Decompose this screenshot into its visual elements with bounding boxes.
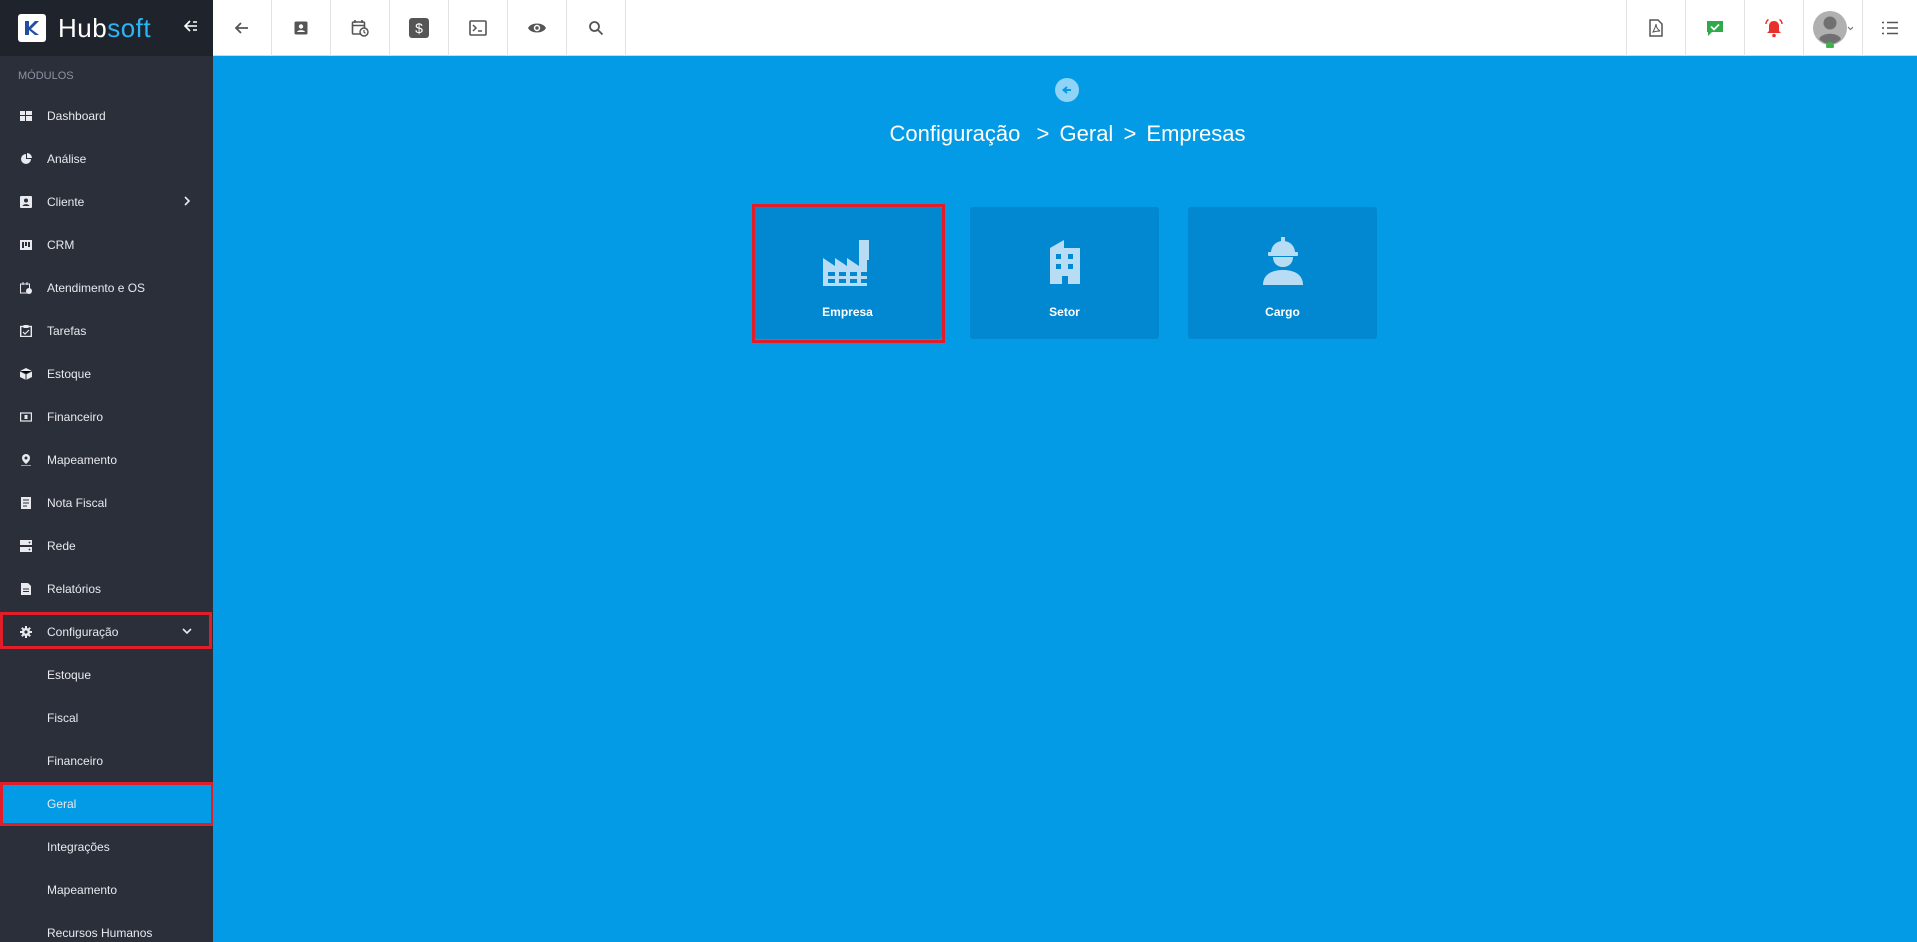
sidebar-item-label: Rede	[47, 538, 76, 553]
chat-check-icon[interactable]	[1685, 0, 1744, 56]
dollar-icon[interactable]: $	[390, 0, 449, 56]
list-icon[interactable]	[1862, 0, 1917, 56]
factory-icon	[822, 233, 873, 289]
sidebar-item-configuracao[interactable]: Configuração	[0, 610, 213, 653]
sidebar-item-cliente[interactable]: Cliente	[0, 180, 213, 223]
money-icon	[20, 411, 32, 423]
gear-icon	[20, 625, 32, 638]
breadcrumb-separator: >	[1123, 121, 1137, 146]
sidebar-item-label: Tarefas	[47, 323, 87, 338]
sidebar-item-estoque[interactable]: Estoque	[0, 352, 213, 395]
modules-section-label: MÓDULOS	[18, 70, 74, 82]
sidebar-subitem-mapeamento[interactable]: Mapeamento	[0, 868, 213, 911]
sidebar-item-crm[interactable]: CRM	[0, 223, 213, 266]
contact-card-icon[interactable]	[272, 0, 331, 56]
pie-chart-icon	[20, 152, 32, 165]
sidebar-item-financeiro[interactable]: Financeiro	[0, 395, 213, 438]
sidebar-item-label: Dashboard	[47, 108, 106, 123]
document-icon	[20, 582, 32, 595]
sidebar-subitem-label: Geral	[47, 796, 77, 811]
breadcrumb-separator: >	[1036, 121, 1050, 146]
svg-text:$: $	[415, 20, 423, 36]
sidebar-item-mapeamento[interactable]: Mapeamento	[0, 438, 213, 481]
sidebar-item-label: Nota Fiscal	[47, 495, 108, 510]
breadcrumb-item: Empresas	[1146, 121, 1246, 146]
bell-icon[interactable]	[1744, 0, 1803, 56]
sidebar-subitem-label: Recursos Humanos	[47, 925, 153, 940]
sidebar-item-label: Configuração	[47, 624, 119, 639]
terminal-icon[interactable]	[449, 0, 508, 56]
sidebar-subitem-estoque[interactable]: Estoque	[0, 653, 213, 696]
receipt-icon	[20, 496, 32, 509]
sidebar-item-nota-fiscal[interactable]: Nota Fiscal	[0, 481, 213, 524]
sidebar-item-label: Atendimento e OS	[47, 280, 146, 295]
sidebar-item-label: Análise	[47, 151, 87, 166]
sidebar-item-dashboard[interactable]: Dashboard	[0, 94, 213, 137]
sidebar-item-label: Estoque	[47, 366, 92, 381]
breadcrumb-item: Configuração	[889, 121, 1021, 146]
card-label: Setor	[1049, 305, 1080, 319]
calendar-clock-icon[interactable]	[331, 0, 390, 56]
contact-card-icon	[20, 195, 32, 208]
sidebar: Hubsoft MÓDULOS Dashboard Análise Cliente C…	[0, 0, 213, 942]
card-setor[interactable]: Setor	[970, 207, 1159, 339]
breadcrumb-item: Geral	[1059, 121, 1114, 146]
back-circle-icon[interactable]	[1055, 78, 1079, 102]
collapse-sidebar-icon[interactable]	[181, 16, 201, 36]
sidebar-item-relatorios[interactable]: Relatórios	[0, 567, 213, 610]
sidebar-item-label: Mapeamento	[47, 452, 118, 467]
sidebar-subitem-geral[interactable]: Geral	[0, 782, 213, 825]
sidebar-item-rede[interactable]: Rede	[0, 524, 213, 567]
sidebar-subitem-integracoes[interactable]: Integrações	[0, 825, 213, 868]
box-icon	[20, 367, 32, 380]
map-pin-icon	[20, 453, 32, 466]
sidebar-item-tarefas[interactable]: Tarefas	[0, 309, 213, 352]
worker-icon	[1261, 233, 1305, 289]
card-empresa[interactable]: Empresa	[753, 207, 942, 339]
dashboard-icon	[20, 110, 32, 122]
sidebar-item-label: Relatórios	[47, 581, 102, 596]
server-icon	[20, 539, 32, 552]
sidebar-subitem-label: Integrações	[47, 839, 110, 854]
brand-header: Hubsoft	[0, 0, 213, 56]
building-icon	[1048, 233, 1082, 289]
sidebar-item-analise[interactable]: Análise	[0, 137, 213, 180]
back-arrow-icon[interactable]	[213, 0, 272, 56]
sidebar-subitem-label: Mapeamento	[47, 882, 118, 897]
sidebar-item-label: Cliente	[47, 194, 85, 209]
avatar[interactable]	[1803, 0, 1862, 56]
clipboard-icon	[20, 324, 32, 337]
sidebar-subitem-financeiro[interactable]: Financeiro	[0, 739, 213, 782]
topbar: $	[213, 0, 1917, 56]
sidebar-subitem-label: Financeiro	[47, 753, 104, 768]
pdf-icon[interactable]	[1626, 0, 1685, 56]
calendar-clock-icon	[20, 281, 32, 294]
breadcrumb: Configuração > Geral > Empresas	[600, 121, 1535, 147]
card-label: Empresa	[822, 305, 873, 319]
sidebar-subitem-label: Estoque	[47, 667, 92, 682]
sidebar-subitem-recursos-humanos[interactable]: Recursos Humanos	[0, 911, 213, 942]
sidebar-item-label: Financeiro	[47, 409, 104, 424]
sidebar-item-label: CRM	[47, 237, 75, 252]
card-label: Cargo	[1265, 305, 1300, 319]
kanban-icon	[20, 239, 32, 251]
brand-name: Hubsoft	[58, 12, 152, 43]
sidebar-subitem-label: Fiscal	[47, 710, 79, 725]
eye-icon[interactable]	[508, 0, 567, 56]
sidebar-item-atendimento-e-os[interactable]: Atendimento e OS	[0, 266, 213, 309]
search-icon[interactable]	[567, 0, 626, 56]
card-cargo[interactable]: Cargo	[1188, 207, 1377, 339]
hubsoft-logo-icon[interactable]	[18, 14, 46, 42]
sidebar-subitem-fiscal[interactable]: Fiscal	[0, 696, 213, 739]
chevron-down-icon	[182, 628, 192, 635]
chevron-right-icon	[184, 196, 191, 206]
